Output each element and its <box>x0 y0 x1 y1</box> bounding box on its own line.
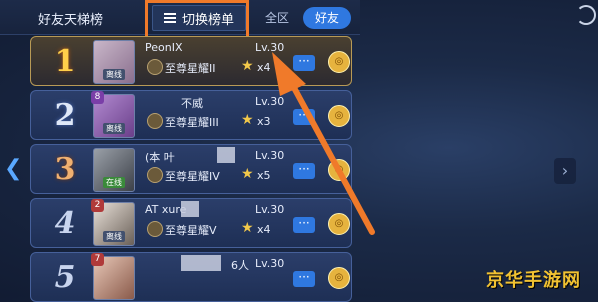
annotation-arrow <box>272 52 375 235</box>
watermark: 京华手游网 <box>486 270 581 291</box>
